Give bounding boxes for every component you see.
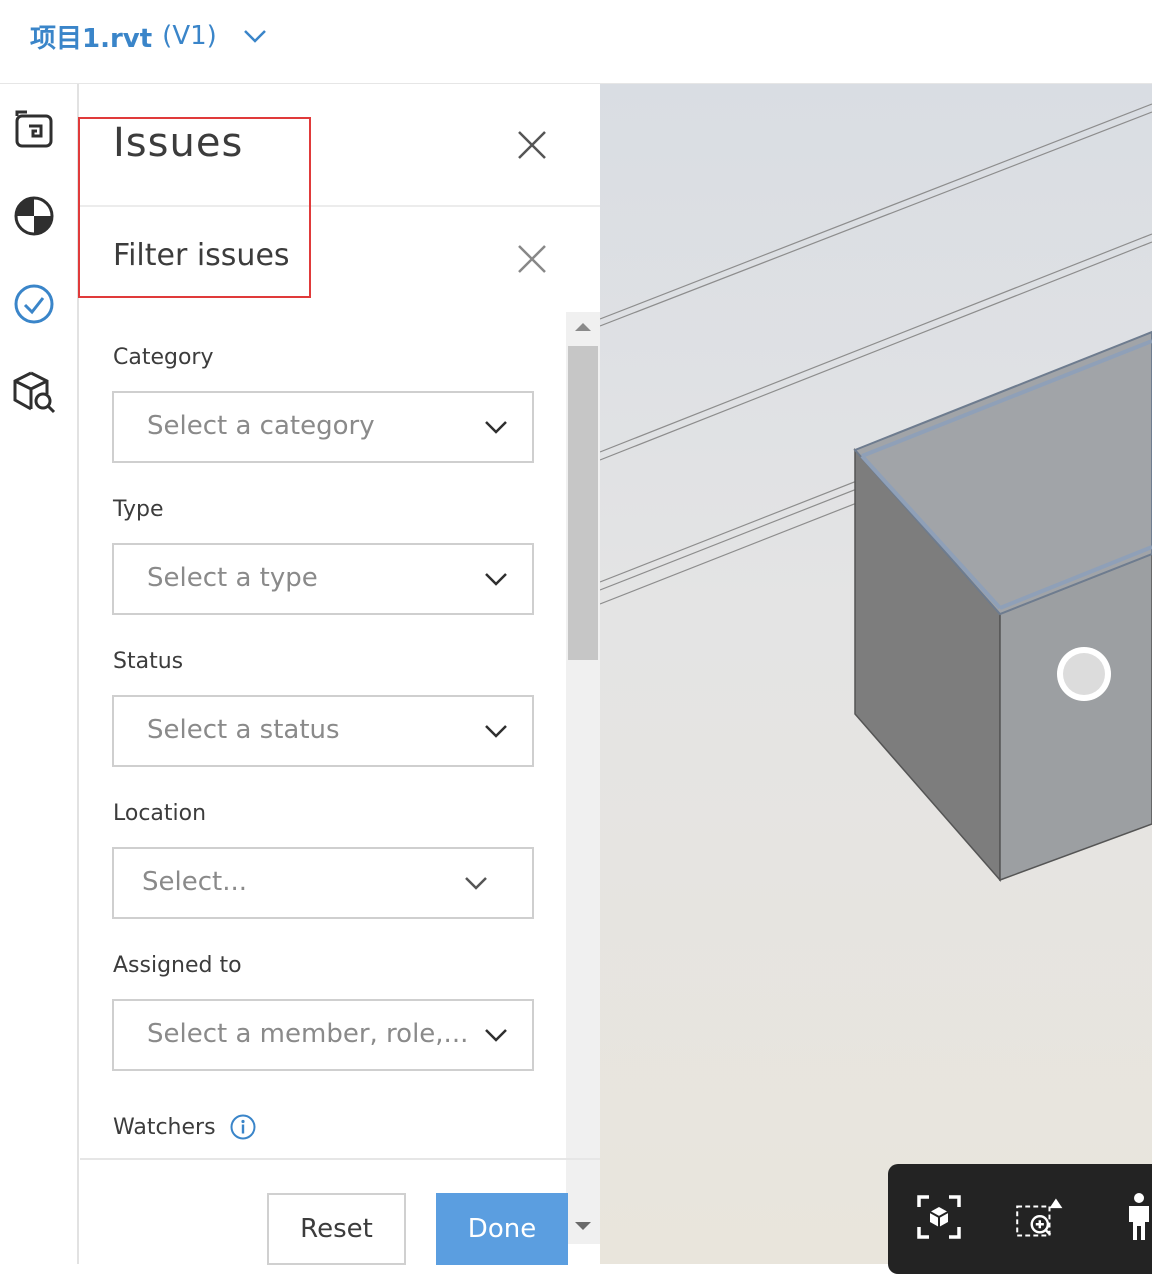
location-placeholder: Select... bbox=[142, 867, 248, 897]
chevron-down-icon bbox=[485, 1029, 507, 1042]
reset-button[interactable]: Reset bbox=[267, 1193, 406, 1265]
file-version-selector[interactable]: 项目1.rvt (V1) bbox=[30, 16, 267, 56]
scroll-up-icon[interactable] bbox=[575, 323, 591, 331]
close-icon bbox=[518, 131, 546, 159]
model-viewport[interactable] bbox=[600, 84, 1152, 1264]
scrollbar-thumb[interactable] bbox=[568, 346, 598, 660]
model-browser-icon[interactable] bbox=[10, 192, 58, 240]
location-select[interactable]: Select... bbox=[112, 847, 534, 919]
close-filter-button[interactable] bbox=[512, 239, 552, 279]
scroll-down-icon[interactable] bbox=[575, 1222, 591, 1230]
panel-scrollbar[interactable] bbox=[566, 312, 600, 1244]
model-scene bbox=[600, 84, 1152, 1264]
type-select[interactable]: Select a type bbox=[112, 543, 534, 615]
chevron-down-icon bbox=[485, 573, 507, 586]
model-search-icon[interactable] bbox=[10, 368, 58, 416]
header-bar: 项目1.rvt (V1) bbox=[0, 0, 1152, 84]
file-name: 项目1.rvt bbox=[30, 23, 153, 54]
watchers-label: Watchers bbox=[113, 1114, 216, 1140]
done-button[interactable]: Done bbox=[436, 1193, 568, 1265]
close-panel-button[interactable] bbox=[512, 125, 552, 165]
fit-to-view-icon[interactable] bbox=[914, 1190, 964, 1244]
panel-title: Issues bbox=[113, 120, 244, 166]
assigned-to-select[interactable]: Select a member, role,... bbox=[112, 999, 534, 1071]
chevron-down-icon bbox=[465, 877, 487, 890]
filter-title: Filter issues bbox=[113, 238, 290, 273]
location-label: Location bbox=[113, 801, 207, 826]
chevron-down-icon bbox=[485, 421, 507, 434]
footer-divider bbox=[80, 1158, 600, 1160]
close-icon bbox=[518, 245, 546, 273]
status-label: Status bbox=[113, 649, 184, 674]
assigned-to-placeholder: Select a member, role,... bbox=[147, 1019, 469, 1049]
walk-person-icon[interactable] bbox=[1114, 1190, 1152, 1244]
type-placeholder: Select a type bbox=[147, 563, 318, 593]
watchers-label-row: Watchers bbox=[113, 1114, 256, 1140]
file-version: (V1) bbox=[162, 21, 217, 51]
status-placeholder: Select a status bbox=[147, 715, 340, 745]
assigned-to-label: Assigned to bbox=[113, 953, 242, 978]
status-select[interactable]: Select a status bbox=[112, 695, 534, 767]
chevron-down-icon[interactable] bbox=[243, 29, 267, 43]
issues-check-icon[interactable] bbox=[10, 280, 58, 328]
zoom-window-icon[interactable] bbox=[1014, 1190, 1064, 1244]
info-icon[interactable] bbox=[230, 1114, 256, 1140]
left-toolbar bbox=[0, 84, 79, 1264]
type-label: Type bbox=[113, 497, 164, 522]
chevron-down-icon bbox=[485, 725, 507, 738]
sheets-icon[interactable] bbox=[10, 106, 58, 154]
category-placeholder: Select a category bbox=[147, 411, 375, 441]
category-select[interactable]: Select a category bbox=[112, 391, 534, 463]
category-label: Category bbox=[113, 345, 214, 370]
issues-panel: Issues Filter issues Category Select a c… bbox=[80, 84, 600, 1265]
panel-divider bbox=[80, 205, 600, 207]
viewer-toolbar bbox=[888, 1164, 1152, 1274]
